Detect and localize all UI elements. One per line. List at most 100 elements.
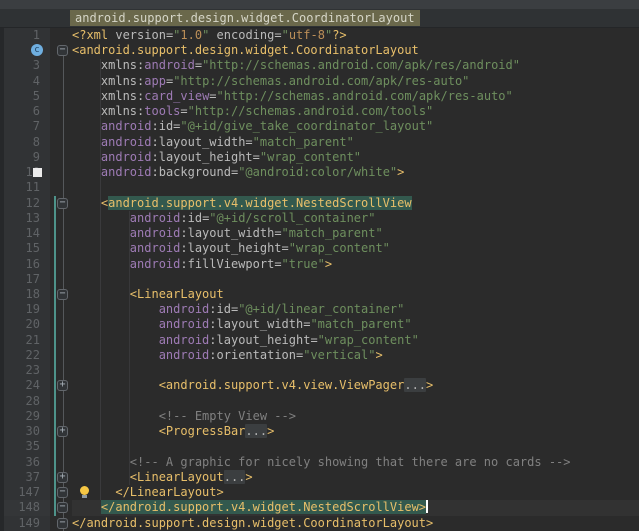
- code-token: layout_height: [187, 241, 282, 256]
- code-token: id: [158, 119, 174, 134]
- code-line[interactable]: android:layout_width="match_parent": [72, 135, 639, 150]
- code-line[interactable]: <!-- A graphic for nicely showing that t…: [72, 455, 639, 470]
- folded-region-placeholder[interactable]: ...: [404, 378, 427, 393]
- code-token: "http://schemas.android.com/tools": [187, 104, 434, 119]
- code-line-row: 5 xmlns:card_view="http://schemas.androi…: [0, 88, 639, 105]
- line-number: 16: [0, 256, 50, 272]
- code-line[interactable]: [72, 180, 639, 195]
- code-token: xmlns: [72, 58, 138, 73]
- code-line[interactable]: <!-- Empty View -->: [72, 409, 639, 424]
- fold-strip: [50, 89, 72, 104]
- code-token: >: [245, 469, 253, 484]
- code-line[interactable]: <android.support.design.widget.Coordinat…: [72, 43, 639, 58]
- code-token: ?>: [332, 28, 347, 42]
- code-line-row: 15 android:layout_height="wrap_content": [0, 241, 639, 257]
- line-number: 14: [0, 226, 50, 242]
- bookmark-icon: [33, 168, 42, 178]
- code-token: android: [72, 210, 181, 225]
- code-line[interactable]: android:id="@+id/give_take_coordinator_l…: [72, 119, 639, 134]
- code-line[interactable]: <android.support.v4.widget.NestedScrollV…: [72, 195, 639, 211]
- fold-expand-icon[interactable]: +: [57, 380, 68, 392]
- fold-strip: [50, 104, 72, 119]
- code-line-row: 16 android:fillViewport="true">: [0, 256, 639, 272]
- code-line[interactable]: xmlns:tools="http://schemas.android.com/…: [72, 104, 639, 119]
- fold-strip: [50, 58, 72, 73]
- code-line[interactable]: android:layout_width="match_parent": [72, 317, 639, 332]
- code-line[interactable]: android:orientation="vertical">: [72, 348, 639, 363]
- code-line[interactable]: android:background="@android:color/white…: [72, 165, 639, 180]
- fold-collapse-icon[interactable]: −: [57, 45, 68, 57]
- line-number: 7: [0, 119, 50, 135]
- code-token: layout_height: [158, 149, 253, 164]
- code-line[interactable]: android:id="@+id/scroll_container": [72, 211, 639, 226]
- code-line[interactable]: <ProgressBar...>: [72, 424, 639, 439]
- code-line-row: 28: [0, 393, 639, 409]
- intention-bulb-icon[interactable]: [80, 486, 89, 499]
- code-line[interactable]: <LinearLayout...>: [72, 469, 639, 485]
- line-number: 28: [0, 393, 50, 409]
- code-line[interactable]: xmlns:android="http://schemas.android.co…: [72, 58, 639, 73]
- code-line-row: 21 android:layout_height="wrap_content": [0, 332, 639, 348]
- code-line-row: 20 android:layout_width="match_parent": [0, 317, 639, 333]
- fold-end-icon[interactable]: −: [57, 517, 68, 529]
- line-number: 24: [0, 378, 50, 394]
- line-number: 30: [0, 424, 50, 440]
- line-number: 29: [0, 408, 50, 425]
- code-line[interactable]: xmlns:card_view="http://schemas.android.…: [72, 89, 639, 104]
- fold-strip: [50, 150, 72, 165]
- code-line-row: 12− <android.support.v4.widget.NestedScr…: [0, 195, 639, 211]
- code-line[interactable]: [72, 272, 639, 287]
- code-line[interactable]: [72, 394, 639, 409]
- code-token: android: [72, 332, 210, 347]
- code-token: xmlns: [72, 73, 138, 88]
- fold-strip: [50, 74, 72, 89]
- code-line[interactable]: <android.support.v4.view.ViewPager...>: [72, 378, 639, 393]
- code-line[interactable]: android:layout_width="match_parent": [72, 226, 639, 241]
- folded-region-placeholder[interactable]: ...: [223, 469, 246, 484]
- line-number: 18: [0, 286, 50, 303]
- code-token: =: [274, 256, 282, 271]
- code-token: utf-8: [288, 28, 325, 42]
- code-line[interactable]: android:layout_height="wrap_content": [72, 150, 639, 165]
- code-token: android: [72, 134, 152, 149]
- code-line[interactable]: android:layout_height="wrap_content": [72, 241, 639, 256]
- code-line[interactable]: </android.support.v4.widget.NestedScroll…: [72, 500, 639, 516]
- code-line-row: 29 <!-- Empty View -->: [0, 408, 639, 425]
- code-token: ": [281, 28, 289, 42]
- fold-end-icon[interactable]: −: [57, 487, 68, 499]
- code-token: <LinearLayout: [72, 469, 224, 484]
- fold-expand-icon[interactable]: +: [57, 426, 68, 438]
- code-line[interactable]: <?xml version="1.0" encoding="utf-8"?>: [72, 28, 639, 43]
- code-line[interactable]: [72, 363, 639, 378]
- code-line-row: 37 + <LinearLayout...>: [0, 469, 639, 486]
- code-line[interactable]: android:id="@+id/linear_container": [72, 302, 639, 317]
- fold-collapse-icon[interactable]: −: [57, 288, 68, 300]
- code-line[interactable]: android:layout_height="wrap_content": [72, 333, 639, 348]
- breadcrumb-item-coordinatorlayout[interactable]: android.support.design.widget.Coordinato…: [70, 10, 420, 26]
- fold-expand-icon[interactable]: +: [57, 471, 68, 483]
- fold-collapse-icon[interactable]: −: [57, 197, 68, 209]
- code-line[interactable]: </LinearLayout>: [72, 485, 639, 500]
- code-token: app: [144, 73, 166, 88]
- line-number: 4: [0, 73, 50, 89]
- line-number: 35: [0, 439, 50, 455]
- code-line[interactable]: </android.support.design.widget.Coordina…: [72, 516, 639, 531]
- code-token: android: [72, 241, 181, 256]
- folded-region-placeholder[interactable]: ...: [245, 424, 268, 439]
- code-token: <!-- A graphic for nicely showing that t…: [72, 454, 571, 469]
- fold-scope-highlight-line: [54, 195, 56, 516]
- code-line-row: 19 android:id="@+id/linear_container": [0, 302, 639, 318]
- code-token: card_view: [144, 88, 210, 103]
- fold-end-icon[interactable]: −: [57, 502, 68, 514]
- fold-strip: [50, 180, 72, 195]
- code-line[interactable]: android:fillViewport="true">: [72, 257, 639, 272]
- code-token: =: [252, 149, 260, 164]
- code-token: "@+id/give_take_coordinator_layout": [180, 119, 434, 134]
- line-number: 149: [0, 515, 50, 531]
- code-line[interactable]: <LinearLayout: [72, 287, 639, 302]
- code-token: fillViewport: [187, 256, 275, 271]
- code-line[interactable]: [72, 439, 639, 454]
- code-line[interactable]: xmlns:app="http://schemas.android.com/ap…: [72, 74, 639, 89]
- code-editor[interactable]: 1<?xml version="1.0" encoding="utf-8"?>2…: [0, 28, 639, 531]
- code-token: =: [209, 88, 217, 103]
